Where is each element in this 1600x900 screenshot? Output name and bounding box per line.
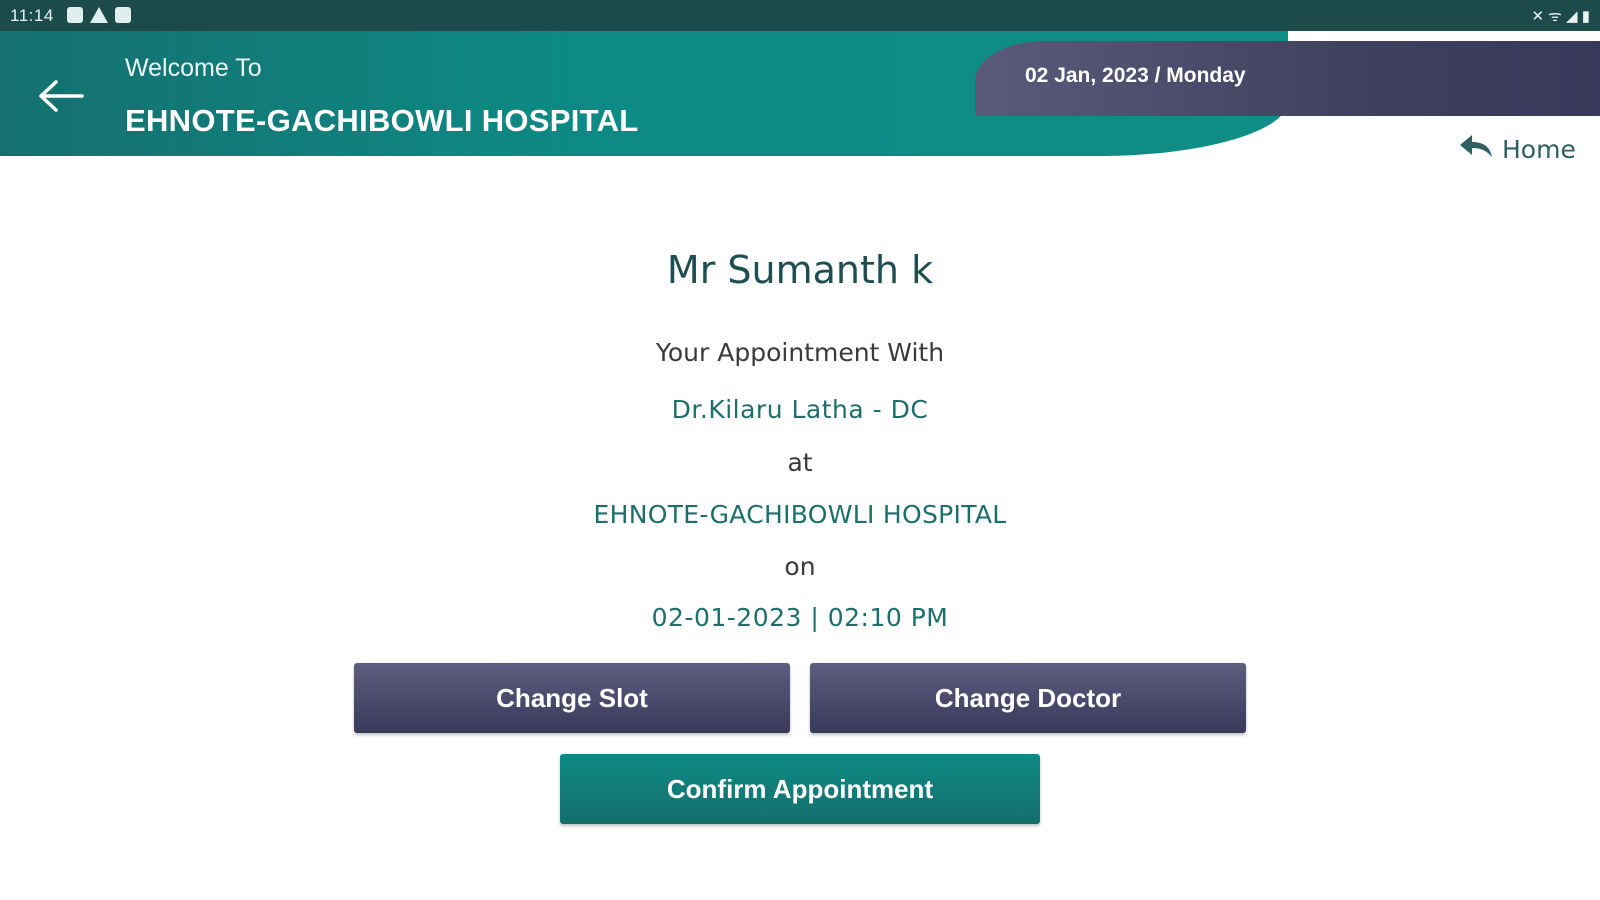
hospital-title: EHNOTE-GACHIBOWLI HOSPITAL [125,103,639,138]
on-label: on [784,552,816,581]
doctor-name: Dr.Kilaru Latha - DC [671,395,929,424]
at-label: at [787,448,813,477]
appointment-datetime: 02-01-2023 | 02:10 PM [651,603,949,632]
notification-icon [67,7,83,23]
warning-icon [90,7,108,23]
home-link[interactable]: Home [1458,133,1576,165]
hospital-name: EHNOTE-GACHIBOWLI HOSPITAL [593,500,1007,529]
app-notification-icon [115,7,131,23]
system-icons: ✕ ᯤ ◢ ▮ [1531,8,1590,25]
notification-icons [67,7,131,23]
header-divider [1288,31,1600,41]
home-label: Home [1502,134,1576,164]
current-date: 02 Jan, 2023 / Monday [1025,64,1246,87]
change-doctor-button[interactable]: Change Doctor [810,663,1246,733]
welcome-label: Welcome To [125,54,262,82]
app-header: 02 Jan, 2023 / Monday Welcome To EHNOTE-… [0,31,1600,156]
status-time: 11:14 [10,6,54,25]
patient-name: Mr Sumanth k [666,248,934,292]
appointment-with-label: Your Appointment With [655,338,945,367]
confirm-appointment-button[interactable]: Confirm Appointment [560,754,1040,824]
reply-arrow-icon [1458,133,1494,165]
change-slot-button[interactable]: Change Slot [354,663,790,733]
status-bar: 11:14 ✕ ᯤ ◢ ▮ [0,0,1600,31]
back-arrow-icon[interactable] [36,79,84,117]
